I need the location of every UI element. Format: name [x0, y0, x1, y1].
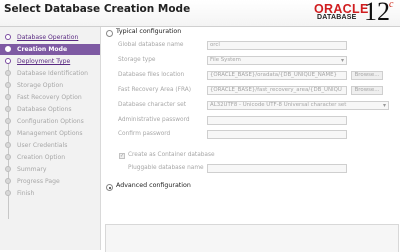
step-label: Creation Option — [17, 154, 66, 161]
page-title: Select Database Creation Mode — [4, 3, 191, 15]
storage-type-label: Storage type — [118, 57, 156, 63]
fra-browse-button[interactable]: Browse... — [351, 86, 383, 95]
step-indicator-icon — [5, 94, 11, 100]
step-configuration-options: Configuration Options — [0, 116, 100, 127]
step-indicator-icon — [5, 70, 11, 76]
step-progress-page: Progress Page — [0, 176, 100, 187]
step-database-operation[interactable]: Database Operation — [0, 32, 100, 43]
step-database-identification: Database Identification — [0, 68, 100, 79]
step-indicator-icon — [5, 118, 11, 124]
db-files-location-field[interactable]: {ORACLE_BASE}/oradata/{DB_UNIQUE_NAME} — [207, 71, 347, 80]
admin-password-label: Administrative password — [118, 117, 190, 123]
step-label: Management Options — [17, 130, 83, 137]
step-management-options: Management Options — [0, 128, 100, 139]
main-content: Typical configuration Global database na… — [101, 27, 400, 252]
container-db-label: Create as Container database — [128, 152, 215, 158]
steps-sidebar: Database Operation Creation Mode Deploymen… — [0, 27, 101, 250]
step-label: Database Identification — [17, 70, 88, 77]
logo-version-suffix: c — [389, 0, 394, 10]
step-creation-mode[interactable]: Creation Mode — [0, 44, 100, 55]
global-db-name-label: Global database name — [118, 42, 184, 48]
step-indicator-icon — [5, 82, 11, 88]
step-label: Configuration Options — [17, 118, 84, 125]
header-bar: Select Database Creation Mode ORACLE DAT… — [0, 0, 400, 27]
admin-password-field[interactable] — [207, 116, 347, 125]
step-indicator-icon — [5, 106, 11, 112]
step-indicator-icon — [5, 46, 11, 52]
step-indicator-icon — [5, 34, 11, 40]
step-indicator-icon — [5, 154, 11, 160]
typical-config-radio[interactable] — [106, 30, 113, 37]
container-db-checkbox[interactable]: ✓ — [119, 153, 125, 159]
step-label: User Credentials — [17, 142, 68, 149]
pdb-name-label: Pluggable database name — [128, 165, 204, 171]
fra-field[interactable]: {ORACLE_BASE}/fast_recovery_area/{DB_UNI… — [207, 86, 347, 95]
db-files-location-label: Database files location — [118, 72, 185, 78]
step-user-credentials: User Credentials — [0, 140, 100, 151]
step-label: Finish — [17, 190, 35, 197]
db-files-browse-button[interactable]: Browse... — [351, 71, 383, 80]
step-label: Fast Recovery Option — [17, 94, 82, 101]
advanced-config-radio[interactable] — [106, 184, 113, 191]
confirm-password-field[interactable] — [207, 130, 347, 139]
step-finish: Finish — [0, 188, 100, 199]
pdb-name-field[interactable] — [207, 164, 347, 173]
step-label: Creation Mode — [17, 46, 68, 53]
step-indicator-icon — [5, 58, 11, 64]
step-label: Storage Option — [17, 82, 64, 89]
step-label: Summary — [17, 166, 47, 173]
step-indicator-icon — [5, 130, 11, 136]
step-indicator-icon — [5, 166, 11, 172]
logo-version: 12 — [364, 0, 390, 26]
step-creation-option: Creation Option — [0, 152, 100, 163]
charset-label: Database character set — [118, 102, 186, 108]
step-label: Deployment Type — [17, 58, 71, 65]
step-indicator-icon — [5, 190, 11, 196]
step-storage-option: Storage Option — [0, 80, 100, 91]
step-database-options: Database Options — [0, 104, 100, 115]
oracle-logo: ORACLE DATABASE 12 c — [314, 0, 398, 26]
messages-panel — [105, 224, 399, 252]
step-fast-recovery-option: Fast Recovery Option — [0, 92, 100, 103]
confirm-password-label: Confirm password — [118, 131, 171, 137]
typical-config-label[interactable]: Typical configuration — [116, 28, 181, 35]
step-label: Database Operation — [17, 34, 79, 41]
global-db-name-field[interactable]: orcl — [207, 41, 347, 50]
step-summary: Summary — [0, 164, 100, 175]
step-label: Progress Page — [17, 178, 60, 185]
advanced-config-label[interactable]: Advanced configuration — [116, 182, 191, 189]
fra-label: Fast Recovery Area (FRA) — [118, 87, 192, 93]
step-indicator-icon — [5, 178, 11, 184]
charset-select[interactable]: AL32UTF8 - Unicode UTF-8 Universal chara… — [207, 101, 389, 110]
step-indicator-icon — [5, 142, 11, 148]
step-label: Database Options — [17, 106, 72, 113]
storage-type-select[interactable]: File System — [207, 56, 347, 65]
step-deployment-type[interactable]: Deployment Type — [0, 56, 100, 67]
logo-product: DATABASE — [317, 14, 357, 21]
